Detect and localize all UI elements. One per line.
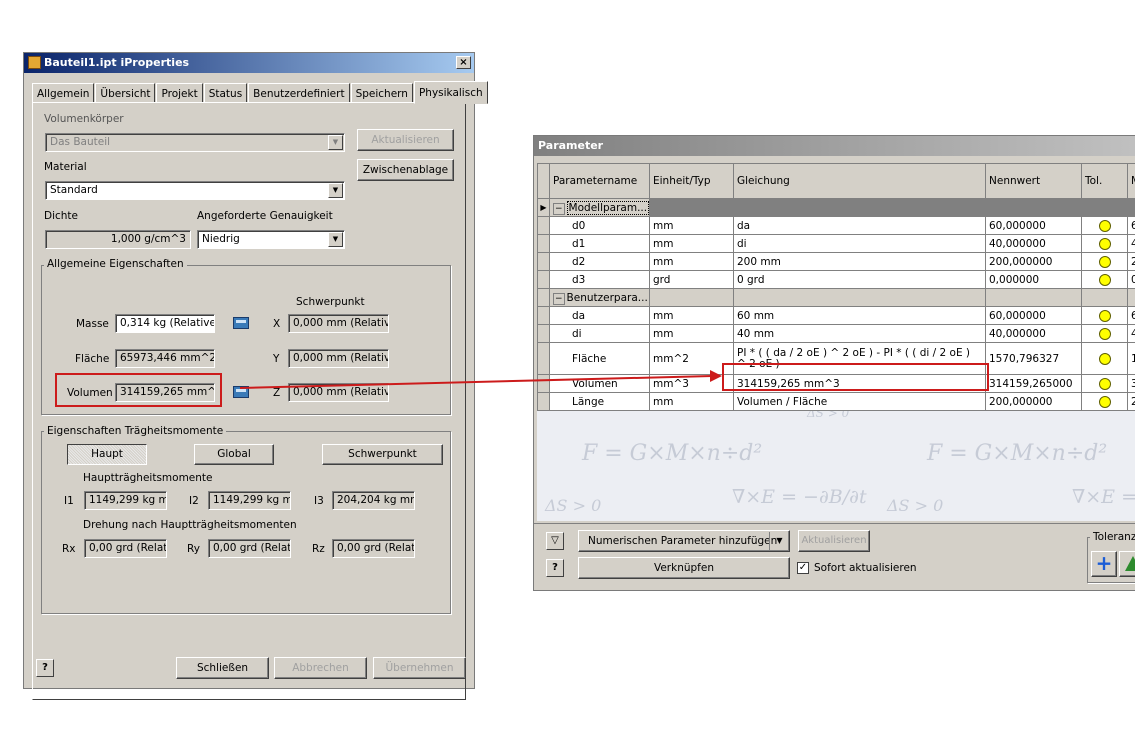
link-arrow xyxy=(239,370,722,389)
tab-physikalisch[interactable]: Physikalisch xyxy=(413,81,488,104)
